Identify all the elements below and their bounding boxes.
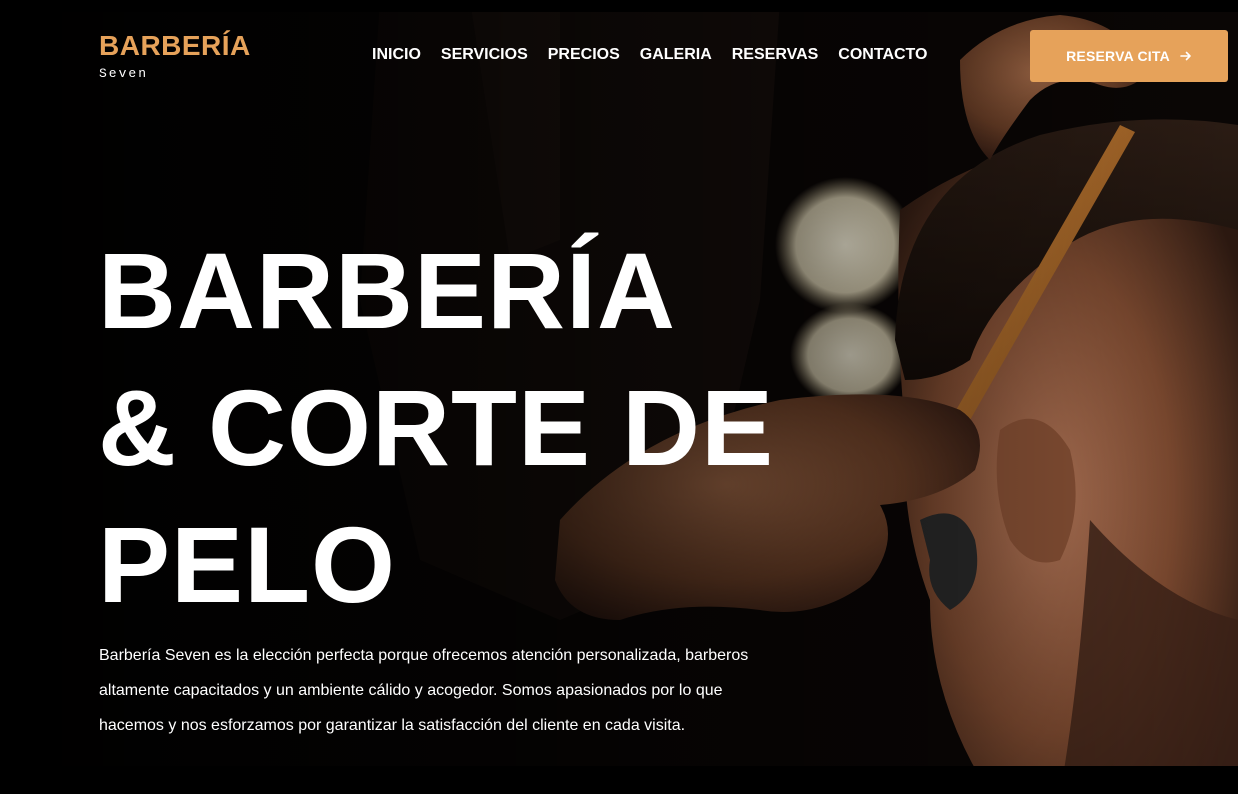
logo-title: BARBERÍA [99,30,251,61]
headline-line-1: BARBERÍA [98,230,677,351]
bottom-border [0,766,1238,794]
nav-item-inicio[interactable]: INICIO [372,46,421,64]
reserve-appointment-label: RESERVA CITA [1066,48,1170,64]
reserve-appointment-button[interactable]: RESERVA CITA [1030,30,1228,82]
nav-item-contacto[interactable]: CONTACTO [838,46,927,64]
nav-item-precios[interactable]: PRECIOS [548,46,620,64]
logo-subtitle: Seven [99,66,149,81]
nav-item-galeria[interactable]: GALERIA [640,46,712,64]
nav-item-reservas[interactable]: RESERVAS [732,46,819,64]
nav-item-servicios[interactable]: SERVICIOS [441,46,528,64]
headline-line-2: & CORTE DE [98,367,775,488]
arrow-right-icon [1180,51,1191,61]
hero-section: BARBERÍA Seven INICIO SERVICIOS PRECIOS … [0,0,1238,794]
hero-description: Barbería Seven es la elección perfecta p… [99,647,749,734]
site-logo[interactable]: BARBERÍA Seven [99,30,251,81]
main-nav: INICIO SERVICIOS PRECIOS GALERIA RESERVA… [372,46,927,64]
top-border [0,0,1238,12]
left-shade [0,0,60,794]
hero-headline: BARBERÍA & CORTE DE PELO [98,222,774,633]
headline-line-3: PELO [98,504,397,625]
